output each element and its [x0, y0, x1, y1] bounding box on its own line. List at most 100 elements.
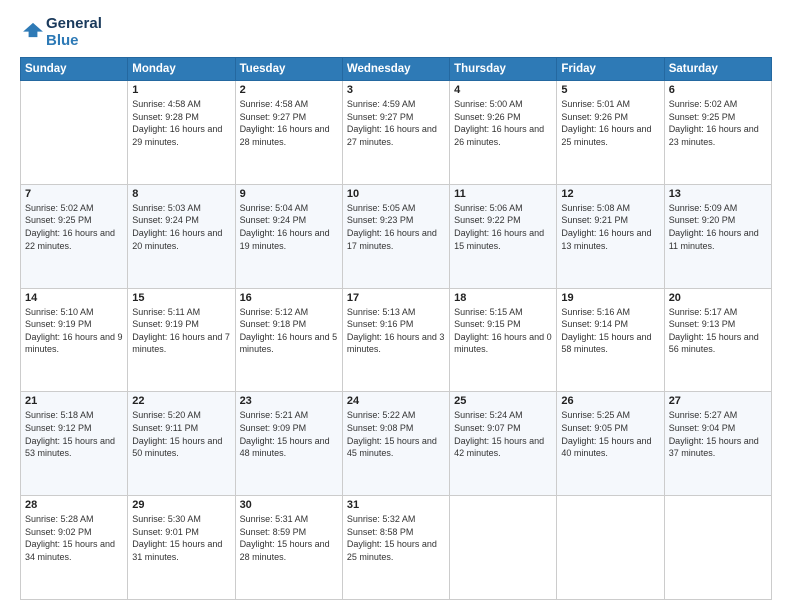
calendar-cell: 12 Sunrise: 5:08 AMSunset: 9:21 PMDaylig… — [557, 184, 664, 288]
day-number: 23 — [240, 395, 338, 407]
day-info: Sunrise: 5:00 AMSunset: 9:26 PMDaylight:… — [454, 98, 552, 148]
day-info: Sunrise: 5:28 AMSunset: 9:02 PMDaylight:… — [25, 513, 123, 563]
calendar-cell — [21, 81, 128, 185]
day-number: 24 — [347, 395, 445, 407]
calendar-cell: 14 Sunrise: 5:10 AMSunset: 9:19 PMDaylig… — [21, 288, 128, 392]
day-info: Sunrise: 5:12 AMSunset: 9:18 PMDaylight:… — [240, 306, 338, 356]
weekday-header: Tuesday — [235, 58, 342, 81]
day-number: 28 — [25, 499, 123, 511]
day-info: Sunrise: 4:59 AMSunset: 9:27 PMDaylight:… — [347, 98, 445, 148]
calendar-cell: 4 Sunrise: 5:00 AMSunset: 9:26 PMDayligh… — [450, 81, 557, 185]
weekday-header: Monday — [128, 58, 235, 81]
header: General Blue — [20, 16, 772, 49]
weekday-header: Thursday — [450, 58, 557, 81]
day-info: Sunrise: 5:32 AMSunset: 8:58 PMDaylight:… — [347, 513, 445, 563]
day-info: Sunrise: 5:03 AMSunset: 9:24 PMDaylight:… — [132, 202, 230, 252]
calendar-cell: 13 Sunrise: 5:09 AMSunset: 9:20 PMDaylig… — [664, 184, 771, 288]
calendar-cell: 23 Sunrise: 5:21 AMSunset: 9:09 PMDaylig… — [235, 392, 342, 496]
calendar-cell — [450, 496, 557, 600]
calendar-cell: 5 Sunrise: 5:01 AMSunset: 9:26 PMDayligh… — [557, 81, 664, 185]
day-info: Sunrise: 5:17 AMSunset: 9:13 PMDaylight:… — [669, 306, 767, 356]
logo-icon — [22, 21, 44, 39]
calendar-cell: 17 Sunrise: 5:13 AMSunset: 9:16 PMDaylig… — [342, 288, 449, 392]
day-number: 12 — [561, 188, 659, 200]
calendar-cell: 30 Sunrise: 5:31 AMSunset: 8:59 PMDaylig… — [235, 496, 342, 600]
calendar-cell: 31 Sunrise: 5:32 AMSunset: 8:58 PMDaylig… — [342, 496, 449, 600]
calendar-week-row: 21 Sunrise: 5:18 AMSunset: 9:12 PMDaylig… — [21, 392, 772, 496]
day-number: 31 — [347, 499, 445, 511]
calendar-cell: 2 Sunrise: 4:58 AMSunset: 9:27 PMDayligh… — [235, 81, 342, 185]
calendar-cell: 26 Sunrise: 5:25 AMSunset: 9:05 PMDaylig… — [557, 392, 664, 496]
day-number: 7 — [25, 188, 123, 200]
day-info: Sunrise: 5:27 AMSunset: 9:04 PMDaylight:… — [669, 409, 767, 459]
calendar-cell: 9 Sunrise: 5:04 AMSunset: 9:24 PMDayligh… — [235, 184, 342, 288]
calendar-cell: 11 Sunrise: 5:06 AMSunset: 9:22 PMDaylig… — [450, 184, 557, 288]
calendar-cell: 6 Sunrise: 5:02 AMSunset: 9:25 PMDayligh… — [664, 81, 771, 185]
day-number: 17 — [347, 292, 445, 304]
day-info: Sunrise: 5:31 AMSunset: 8:59 PMDaylight:… — [240, 513, 338, 563]
day-number: 8 — [132, 188, 230, 200]
day-info: Sunrise: 5:09 AMSunset: 9:20 PMDaylight:… — [669, 202, 767, 252]
day-number: 1 — [132, 84, 230, 96]
calendar-cell — [664, 496, 771, 600]
day-number: 29 — [132, 499, 230, 511]
day-info: Sunrise: 5:05 AMSunset: 9:23 PMDaylight:… — [347, 202, 445, 252]
day-number: 6 — [669, 84, 767, 96]
calendar-cell: 21 Sunrise: 5:18 AMSunset: 9:12 PMDaylig… — [21, 392, 128, 496]
day-info: Sunrise: 5:02 AMSunset: 9:25 PMDaylight:… — [25, 202, 123, 252]
calendar-header-row: SundayMondayTuesdayWednesdayThursdayFrid… — [21, 58, 772, 81]
calendar-cell: 1 Sunrise: 4:58 AMSunset: 9:28 PMDayligh… — [128, 81, 235, 185]
calendar-cell: 10 Sunrise: 5:05 AMSunset: 9:23 PMDaylig… — [342, 184, 449, 288]
page: General Blue SundayMondayTuesdayWednesda… — [0, 0, 792, 612]
day-info: Sunrise: 5:22 AMSunset: 9:08 PMDaylight:… — [347, 409, 445, 459]
weekday-header: Wednesday — [342, 58, 449, 81]
day-number: 30 — [240, 499, 338, 511]
day-number: 27 — [669, 395, 767, 407]
day-info: Sunrise: 4:58 AMSunset: 9:27 PMDaylight:… — [240, 98, 338, 148]
day-info: Sunrise: 5:11 AMSunset: 9:19 PMDaylight:… — [132, 306, 230, 356]
day-info: Sunrise: 5:25 AMSunset: 9:05 PMDaylight:… — [561, 409, 659, 459]
day-info: Sunrise: 5:10 AMSunset: 9:19 PMDaylight:… — [25, 306, 123, 356]
calendar-cell: 29 Sunrise: 5:30 AMSunset: 9:01 PMDaylig… — [128, 496, 235, 600]
day-number: 9 — [240, 188, 338, 200]
calendar-week-row: 7 Sunrise: 5:02 AMSunset: 9:25 PMDayligh… — [21, 184, 772, 288]
day-info: Sunrise: 5:13 AMSunset: 9:16 PMDaylight:… — [347, 306, 445, 356]
day-number: 18 — [454, 292, 552, 304]
day-info: Sunrise: 5:24 AMSunset: 9:07 PMDaylight:… — [454, 409, 552, 459]
calendar-week-row: 14 Sunrise: 5:10 AMSunset: 9:19 PMDaylig… — [21, 288, 772, 392]
day-info: Sunrise: 5:04 AMSunset: 9:24 PMDaylight:… — [240, 202, 338, 252]
calendar-cell: 16 Sunrise: 5:12 AMSunset: 9:18 PMDaylig… — [235, 288, 342, 392]
day-number: 2 — [240, 84, 338, 96]
day-number: 25 — [454, 395, 552, 407]
calendar-cell: 27 Sunrise: 5:27 AMSunset: 9:04 PMDaylig… — [664, 392, 771, 496]
day-info: Sunrise: 4:58 AMSunset: 9:28 PMDaylight:… — [132, 98, 230, 148]
day-info: Sunrise: 5:02 AMSunset: 9:25 PMDaylight:… — [669, 98, 767, 148]
day-number: 14 — [25, 292, 123, 304]
day-number: 22 — [132, 395, 230, 407]
day-info: Sunrise: 5:15 AMSunset: 9:15 PMDaylight:… — [454, 306, 552, 356]
calendar-table: SundayMondayTuesdayWednesdayThursdayFrid… — [20, 57, 772, 600]
calendar-cell: 22 Sunrise: 5:20 AMSunset: 9:11 PMDaylig… — [128, 392, 235, 496]
logo-text: General Blue — [46, 16, 102, 49]
day-info: Sunrise: 5:06 AMSunset: 9:22 PMDaylight:… — [454, 202, 552, 252]
calendar-cell: 25 Sunrise: 5:24 AMSunset: 9:07 PMDaylig… — [450, 392, 557, 496]
day-number: 10 — [347, 188, 445, 200]
day-info: Sunrise: 5:20 AMSunset: 9:11 PMDaylight:… — [132, 409, 230, 459]
weekday-header: Sunday — [21, 58, 128, 81]
weekday-header: Saturday — [664, 58, 771, 81]
day-number: 26 — [561, 395, 659, 407]
calendar-cell: 28 Sunrise: 5:28 AMSunset: 9:02 PMDaylig… — [21, 496, 128, 600]
calendar-cell — [557, 496, 664, 600]
calendar-cell: 18 Sunrise: 5:15 AMSunset: 9:15 PMDaylig… — [450, 288, 557, 392]
calendar-cell: 7 Sunrise: 5:02 AMSunset: 9:25 PMDayligh… — [21, 184, 128, 288]
day-number: 19 — [561, 292, 659, 304]
day-number: 11 — [454, 188, 552, 200]
day-number: 3 — [347, 84, 445, 96]
day-info: Sunrise: 5:16 AMSunset: 9:14 PMDaylight:… — [561, 306, 659, 356]
day-info: Sunrise: 5:21 AMSunset: 9:09 PMDaylight:… — [240, 409, 338, 459]
day-number: 5 — [561, 84, 659, 96]
day-info: Sunrise: 5:08 AMSunset: 9:21 PMDaylight:… — [561, 202, 659, 252]
day-info: Sunrise: 5:18 AMSunset: 9:12 PMDaylight:… — [25, 409, 123, 459]
day-number: 20 — [669, 292, 767, 304]
day-info: Sunrise: 5:30 AMSunset: 9:01 PMDaylight:… — [132, 513, 230, 563]
